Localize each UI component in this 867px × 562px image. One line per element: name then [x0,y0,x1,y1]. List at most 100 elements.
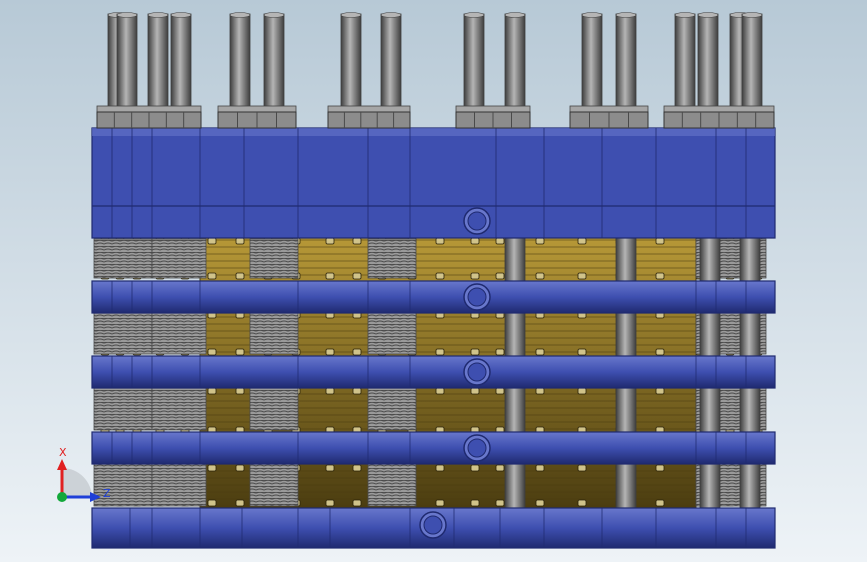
bolt-head [655,464,665,472]
compression-spring [367,461,417,507]
threaded-stud [170,13,192,115]
bolt-head [655,348,665,356]
clamp-plate [91,355,776,389]
cad-viewport[interactable]: X Z [0,0,867,562]
bolt-head [207,464,217,472]
stud-end [147,12,169,18]
bolt-head [235,237,245,245]
stud-end [229,12,251,18]
bolt-head [655,499,665,507]
bolt-head [207,499,217,507]
bolt-head [352,499,362,507]
threaded-stud [263,13,285,115]
locating-pin-face [467,287,487,307]
stud-end [380,12,402,18]
stud-end [504,12,526,18]
bolt-head [352,464,362,472]
locating-pin-face [467,211,487,231]
clamp-plate [91,431,776,465]
bolt-head [435,499,445,507]
bolt-head [435,272,445,280]
stud-end [116,12,138,18]
bolt-head [325,237,335,245]
bolt-head [207,237,217,245]
bolt-head [352,272,362,280]
compression-spring [367,238,417,279]
bolt-head [495,348,505,356]
bolt-head [577,499,587,507]
bolt-head [495,237,505,245]
bolt-head [435,348,445,356]
locating-pin-face [467,362,487,382]
top-plate [91,127,776,239]
compression-spring [249,238,299,279]
compression-spring [93,238,153,279]
bolt-head [207,272,217,280]
bolt-head [535,272,545,280]
threaded-stud [463,13,485,115]
bolt-head [655,237,665,245]
threaded-stud [674,13,696,115]
bolt-head [352,237,362,245]
compression-spring [151,311,207,355]
washer [96,105,202,113]
bolt-head [470,499,480,507]
compression-spring [367,387,417,431]
washer [663,105,775,113]
bolt-head [577,387,587,395]
z-axis-label: Z [103,487,111,500]
bolt-head [207,348,217,356]
compression-spring [93,387,153,431]
bolt-head [535,348,545,356]
stud-end [463,12,485,18]
bolt-head [495,387,505,395]
threaded-stud [340,13,362,115]
bolt-head [470,348,480,356]
x-axis-label: X [59,446,67,459]
bolt-head [235,464,245,472]
bolt-head [655,387,665,395]
locating-pin-face [467,438,487,458]
bolt-head [535,237,545,245]
threaded-stud [741,13,763,115]
threaded-stud [581,13,603,115]
compression-spring [151,238,207,279]
threaded-stud [229,13,251,115]
bolt-head [325,387,335,395]
bolt-head [435,237,445,245]
bolt-head [325,464,335,472]
bolt-head [470,464,480,472]
bolt-head [535,464,545,472]
threaded-stud [615,13,637,115]
bolt-head [352,387,362,395]
stud-end [581,12,603,18]
bolt-head [535,499,545,507]
bolt-head [577,272,587,280]
bolt-head [352,348,362,356]
compression-spring [151,387,207,431]
compression-spring [151,461,207,507]
compression-spring [249,311,299,355]
bolt-head [470,387,480,395]
threaded-stud [380,13,402,115]
top-plate-highlight [92,128,775,136]
clamp-plate [91,280,776,314]
bolt-head [495,499,505,507]
bolt-head [325,272,335,280]
bolt-head [495,272,505,280]
bolt-head [577,348,587,356]
bolt-head [235,499,245,507]
stud-end [263,12,285,18]
bolt-head [470,237,480,245]
model-view[interactable]: X Z [0,0,867,562]
threaded-stud [697,13,719,115]
bolt-head [535,387,545,395]
bolt-head [207,387,217,395]
washer [455,105,531,113]
bolt-head [325,348,335,356]
stud-end [615,12,637,18]
compression-spring [367,311,417,355]
threaded-stud [504,13,526,115]
stud-end [170,12,192,18]
bolt-head [235,272,245,280]
